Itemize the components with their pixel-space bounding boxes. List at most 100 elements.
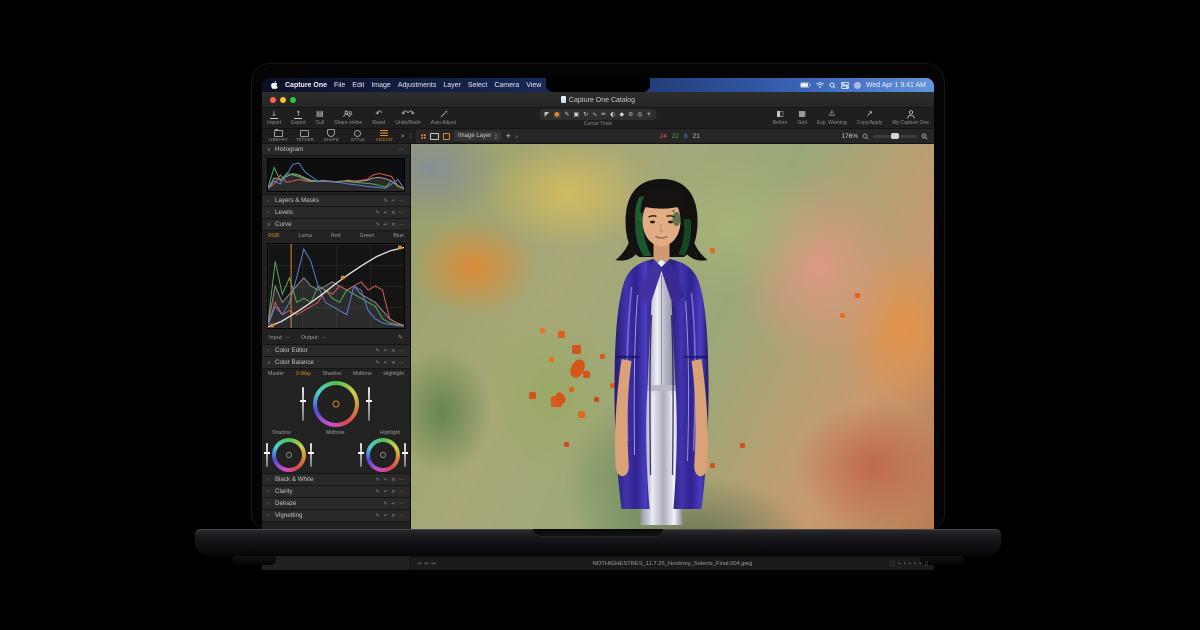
curve-tab-red[interactable]: Red [331, 233, 341, 239]
panel-header-color-balance[interactable]: ∨ Color Balance ✎ ↩ ≡ ⋯ [262, 357, 410, 369]
menu-camera[interactable]: Camera [494, 82, 519, 89]
cb-tab-master[interactable]: Master [268, 371, 284, 377]
reset-button[interactable]: ↶ Reset [367, 108, 390, 128]
midtone-lightness-slider[interactable] [366, 387, 372, 421]
panel-tool-icons[interactable]: ✎ ↩ ≡ ⋯ [376, 348, 405, 354]
highlight-lightness-slider[interactable] [402, 443, 408, 467]
add-layer-button[interactable]: + [505, 132, 511, 140]
zoom-in-icon[interactable] [921, 127, 928, 145]
menu-edit[interactable]: Edit [352, 82, 364, 89]
panel-header-dehaze[interactable]: › Dehaze ✎ ↩ ⋯ [262, 498, 410, 510]
apple-logo-icon[interactable] [271, 81, 278, 89]
panel-header-color-editor[interactable]: › Color Editor ✎ ↩ ≡ ⋯ [262, 345, 410, 357]
spot-tool-icon[interactable]: + [646, 111, 651, 118]
frame-toggle-icon[interactable]: ▢ [890, 561, 895, 567]
panel-tool-icons[interactable]: ✎ ↩ ⋯ [383, 198, 405, 204]
highlight-color-wheel[interactable] [366, 438, 400, 472]
panel-header-histogram[interactable]: ∨ Histogram ⋯ [262, 144, 410, 156]
zoom-out-icon[interactable] [862, 127, 869, 145]
wheel-handle[interactable] [380, 452, 386, 458]
expand-tabs-icon[interactable]: » [401, 132, 405, 140]
erase-mask-tool-icon[interactable]: ◐ [610, 111, 615, 118]
panel-tool-icons[interactable]: ✎ ↩ ≡ ⋯ [376, 360, 405, 366]
shadow-lightness-slider[interactable] [308, 443, 314, 467]
cb-tab-3way[interactable]: 3-Way [296, 371, 311, 377]
copy-apply-button[interactable]: ↗ Copy/Apply [852, 108, 888, 128]
menu-view[interactable]: View [526, 82, 541, 89]
panel-header-black-white[interactable]: › Black & White ✎ ↩ ≡ ⋯ [262, 474, 410, 486]
zoom-slider[interactable] [873, 133, 917, 139]
layer-select[interactable]: Image Layer ∧ ∨ [454, 131, 502, 141]
curve-tab-blue[interactable]: Blue [393, 233, 404, 239]
search-icon[interactable] [829, 82, 836, 89]
menu-file[interactable]: File [334, 82, 345, 89]
control-center-icon[interactable] [840, 81, 849, 89]
panel-more-icon[interactable]: ⋯ [399, 147, 405, 153]
curve-tab-green[interactable]: Green [360, 233, 375, 239]
menu-adjustments[interactable]: Adjustments [398, 82, 437, 89]
curve-tab-luma[interactable]: Luma [299, 233, 312, 239]
tabs-overflow-icon[interactable]: ⋮ [408, 133, 414, 140]
grid-toggle-button[interactable]: ▦ Grid [792, 108, 811, 128]
pick-tool-icon[interactable]: ✎ [564, 111, 569, 118]
select-tool-icon[interactable]: ◤ [545, 111, 550, 118]
panel-tool-icons[interactable]: ✎ ↩ ⋯ [383, 501, 405, 507]
curve-picker-icon[interactable]: ✎ [398, 334, 403, 341]
gradient-mask-tool-icon[interactable]: ◆ [619, 111, 624, 118]
cb-tab-highlight[interactable]: Highlight [383, 371, 404, 377]
cursor-tools-strip[interactable]: ◤ ● ✎ ▣ ↻ ∿ ✏ ◐ ◆ ⊘ ◎ + [539, 109, 657, 120]
menu-select[interactable]: Select [468, 82, 487, 89]
panel-tool-icons[interactable]: ✎ ↩ ≡ ⋯ [376, 210, 405, 216]
menu-app-name[interactable]: Capture One [285, 82, 327, 89]
before-toggle-button[interactable]: ◧ Before [768, 108, 793, 128]
cull-button[interactable]: ▤ Cull [311, 108, 330, 128]
tab-shape[interactable]: SHAPE [319, 129, 344, 142]
tab-adjust[interactable]: ADJUST [372, 130, 397, 142]
tab-tether[interactable]: TETHER [293, 129, 318, 142]
exposure-warning-button[interactable]: ⚠ Exp. Warning [812, 108, 852, 128]
undo-redo-button[interactable]: ↶↷ Undo/Redo [390, 108, 425, 128]
shadow-color-wheel[interactable] [272, 438, 306, 472]
panel-tool-icons[interactable]: ✎ ↩ ≡ ⋯ [376, 489, 405, 495]
battery-icon[interactable] [799, 82, 811, 88]
siri-icon[interactable] [853, 81, 861, 89]
panel-header-levels[interactable]: › Levels ✎ ↩ ≡ ⋯ [262, 207, 410, 219]
my-capture-one-button[interactable]: My Capture One [887, 108, 934, 128]
cb-tab-shadow[interactable]: Shadow [322, 371, 341, 377]
shadow-saturation-slider[interactable] [264, 443, 270, 467]
panel-tool-icons[interactable]: ✎ ↩ ≡ ⋯ [376, 222, 405, 228]
proof-view-icon[interactable] [443, 132, 450, 140]
panel-header-curve[interactable]: ∨ Curve ✎ ↩ ≡ ⋯ [262, 219, 410, 231]
zoom-level[interactable]: 176% [841, 133, 858, 140]
auto-adjust-button[interactable]: Auto Adjust [426, 108, 461, 128]
midtone-saturation-slider[interactable] [300, 387, 306, 421]
heal-tool-icon[interactable]: ⊘ [628, 111, 633, 118]
cb-tab-midtone[interactable]: Midtone [353, 371, 372, 377]
tone-curve-plot[interactable] [267, 243, 405, 329]
share-online-button[interactable]: Share online [329, 108, 367, 128]
wheel-handle[interactable] [332, 400, 340, 408]
menu-image[interactable]: Image [371, 82, 390, 89]
highlight-saturation-slider[interactable] [358, 443, 364, 467]
clone-tool-icon[interactable]: ◎ [637, 111, 642, 118]
keystone-tool-icon[interactable]: ∿ [592, 111, 597, 118]
panel-header-layers-masks[interactable]: › Layers & Masks ✎ ↩ ⋯ [262, 195, 410, 207]
curve-tab-rgb[interactable]: RGB [268, 233, 279, 239]
wifi-icon[interactable] [816, 82, 824, 88]
midtone-color-wheel[interactable] [313, 381, 359, 427]
export-button[interactable]: ↑ Export [286, 108, 310, 128]
tab-library[interactable]: LIBRARY [266, 128, 291, 142]
photo-canvas[interactable] [411, 144, 934, 556]
panel-tool-icons[interactable]: ✎ ↩ ≡ ⋯ [376, 477, 405, 483]
thumbnails-view-icon[interactable] [421, 133, 426, 139]
rating-dots[interactable]: ∙ ∙ ∙ ∙ ∙ [898, 561, 922, 567]
menu-layer[interactable]: Layer [443, 82, 461, 89]
crop-tool-icon[interactable]: ▣ [573, 111, 579, 118]
trash-icon[interactable]: ▯ [925, 561, 928, 567]
draw-mask-tool-icon[interactable]: ✏ [601, 111, 606, 118]
zoom-slider-knob[interactable] [891, 133, 900, 139]
viewer-view-icon[interactable] [430, 132, 439, 140]
panel-tool-icons[interactable]: ✎ ↩ ≡ ⋯ [376, 513, 405, 519]
tab-style[interactable]: STYLE [346, 129, 371, 142]
pan-tool-icon[interactable]: ● [553, 111, 561, 118]
